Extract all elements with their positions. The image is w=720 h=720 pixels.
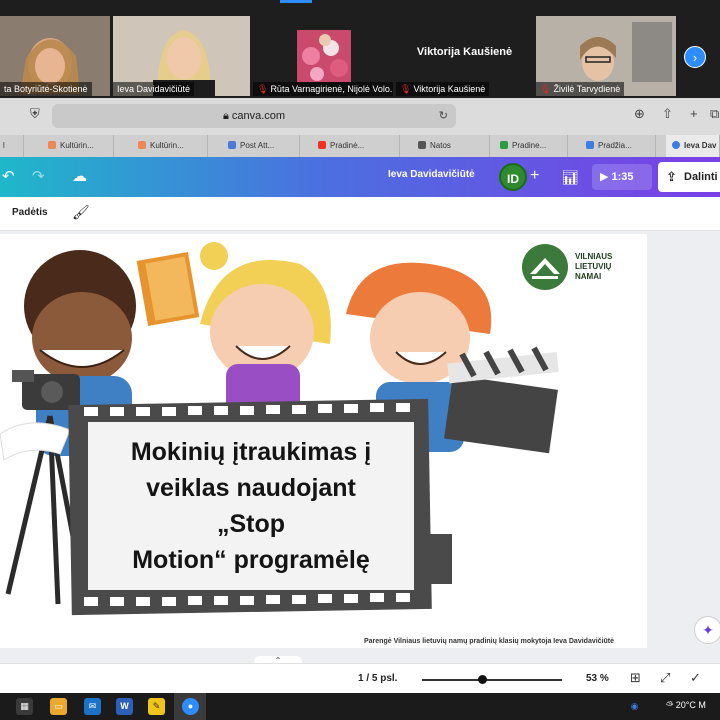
play-button[interactable]: ▶ 1:35 <box>592 164 652 190</box>
tabs-icon[interactable]: ⧉ <box>710 106 719 122</box>
undo-icon[interactable]: ↶ <box>2 167 15 185</box>
avatar[interactable]: ID <box>499 163 527 191</box>
position-button[interactable]: Padėtis <box>12 207 48 218</box>
browser-tabs: l Kultūrin... Kultūrin... Post Att... Pr… <box>0 135 720 157</box>
slide-credit: Parengė Vilniaus lietuvių namų pradinių … <box>364 638 615 645</box>
slide[interactable]: Mokinių įtraukimas į veiklas naudojant „… <box>0 234 647 648</box>
kid-2-bun <box>200 242 228 270</box>
share-icon[interactable]: ⇧ <box>662 106 673 122</box>
canvas-area: Mokinių įtraukimas į veiklas naudojant „… <box>0 231 720 663</box>
participant-name: 🎙 Živilė Tarvydienė <box>536 82 625 96</box>
vilnius-lithuanian-house-logo <box>522 244 568 290</box>
canva-header: ↶ ↷ ☁︎ Ieva Davidavičiūtė ID + 📊︎ ▶ 1:35… <box>0 157 720 197</box>
weather-widget[interactable]: ⛅︎ 20°C M <box>666 700 706 711</box>
tab-8[interactable]: Pradžia... <box>580 135 656 157</box>
participant-tile-5[interactable]: 🎙 Živilė Tarvydienė <box>536 16 676 96</box>
page-count[interactable]: 1 / 5 psl. <box>358 673 397 684</box>
shield-icon[interactable]: ⛨ <box>30 106 40 122</box>
kid-3-leg <box>430 534 452 584</box>
participant-name: 🎙 Rūta Varnagirienė, Nijolė Volo... <box>253 82 393 96</box>
sticky-notes-icon[interactable]: ✎ <box>148 698 165 715</box>
plus-icon[interactable]: + <box>690 106 698 121</box>
document-owner: Ieva Davidavičiūtė <box>388 169 475 180</box>
mail-icon[interactable]: ✉ <box>84 698 101 715</box>
canva-toolbar: Padėtis 🖌︎ <box>0 197 720 231</box>
camera-top <box>12 370 34 382</box>
tab-5[interactable]: Pradinė... <box>312 135 400 157</box>
taskbar: ▦ ▭ ✉ W ✎ ● ◉ ⛅︎ 20°C M <box>0 693 720 720</box>
logo-text: VILNIAUS LIETUVIŲ NAMAI <box>575 252 613 281</box>
tab-1[interactable]: l <box>0 135 24 157</box>
participant-name: ta Botyriūtė-Skotienė <box>0 82 92 96</box>
store-icon[interactable]: ▦ <box>16 698 33 715</box>
url-text: canva.com <box>231 110 286 122</box>
play-icon: ▶ <box>600 171 612 183</box>
participant-tile-1[interactable]: ta Botyriūtė-Skotienė <box>0 16 110 96</box>
tab-3[interactable]: Kultūrin... <box>132 135 208 157</box>
tab-9-active[interactable]: Ieva Dav <box>666 135 720 157</box>
participant-tile-4[interactable]: Viktorija Kaušienė 🎙 Viktorija Kaušienė <box>396 16 533 96</box>
zoom-level[interactable]: 53 % <box>586 673 609 684</box>
redo-icon[interactable]: ↷ <box>32 167 45 185</box>
slide-title-box[interactable]: Mokinių įtraukimas į veiklas naudojant „… <box>88 422 414 590</box>
zoom-slider-handle[interactable] <box>478 675 488 684</box>
active-speaker-indicator <box>280 0 312 3</box>
grid-icon[interactable]: ⊞ <box>630 670 641 686</box>
logo-emblem <box>530 258 560 279</box>
tab-4[interactable]: Post Att... <box>222 135 300 157</box>
participant-center-name: Viktorija Kaušienė <box>416 46 513 58</box>
magic-icon[interactable]: ✦ <box>694 616 720 644</box>
check-icon[interactable]: ✓ <box>690 670 701 686</box>
tab-7[interactable]: Pradine... <box>494 135 568 157</box>
tab-6[interactable]: Natos <box>412 135 490 157</box>
share-button[interactable]: ⇪ Dalinti <box>658 162 720 192</box>
participant-name: 🎙 Viktorija Kaušienė <box>396 82 490 96</box>
muted-mic-icon: 🎙 <box>257 84 269 94</box>
tab-2[interactable]: Kultūrin... <box>42 135 114 157</box>
participant-tile-3[interactable]: 🎙 Rūta Varnagirienė, Nijolė Volo... <box>253 16 393 96</box>
weather-icon: ⛅︎ <box>666 700 676 710</box>
paint-brush-icon[interactable]: 🖌︎ <box>72 204 90 221</box>
fullscreen-icon[interactable]: ⤢ <box>660 670 670 686</box>
download-icon[interactable]: ⊕ <box>634 106 645 122</box>
lock-icon: 🔒︎ <box>222 110 232 122</box>
participant-tile-2[interactable]: Ieva Davidavičiūtė <box>113 16 250 96</box>
camera-lens <box>41 381 63 403</box>
folder-icon[interactable]: ▭ <box>50 698 67 715</box>
browser-icon[interactable]: ◉ <box>626 698 643 715</box>
chart-icon[interactable]: 📊︎ <box>556 165 584 189</box>
invite-plus-icon[interactable]: + <box>530 167 539 185</box>
word-icon[interactable]: W <box>116 698 133 715</box>
video-conference-strip: ta Botyriūtė-Skotienė Ieva Davidavičiūtė… <box>0 0 720 98</box>
zoom-app-icon[interactable]: ● <box>182 698 199 715</box>
zoom-slider[interactable] <box>422 679 562 681</box>
canva-footer: 1 / 5 psl. 53 % ⊞ ⤢ ✓ <box>0 663 720 693</box>
slide-title: Mokinių įtraukimas į veiklas naudojant „… <box>130 438 372 574</box>
address-bar[interactable]: 🔒︎ canva.com ↻ <box>52 104 456 128</box>
cloud-icon[interactable]: ☁︎ <box>72 167 87 185</box>
reload-icon[interactable]: ↻ <box>439 104 448 128</box>
muted-mic-icon: 🎙 <box>540 84 552 94</box>
share-icon: ⇪ <box>666 169 677 184</box>
kid-1-face <box>32 292 132 384</box>
participant-name: Ieva Davidavičiūtė <box>113 82 195 96</box>
chevron-right-icon[interactable]: › <box>684 46 706 68</box>
muted-mic-icon: 🎙 <box>400 84 412 94</box>
